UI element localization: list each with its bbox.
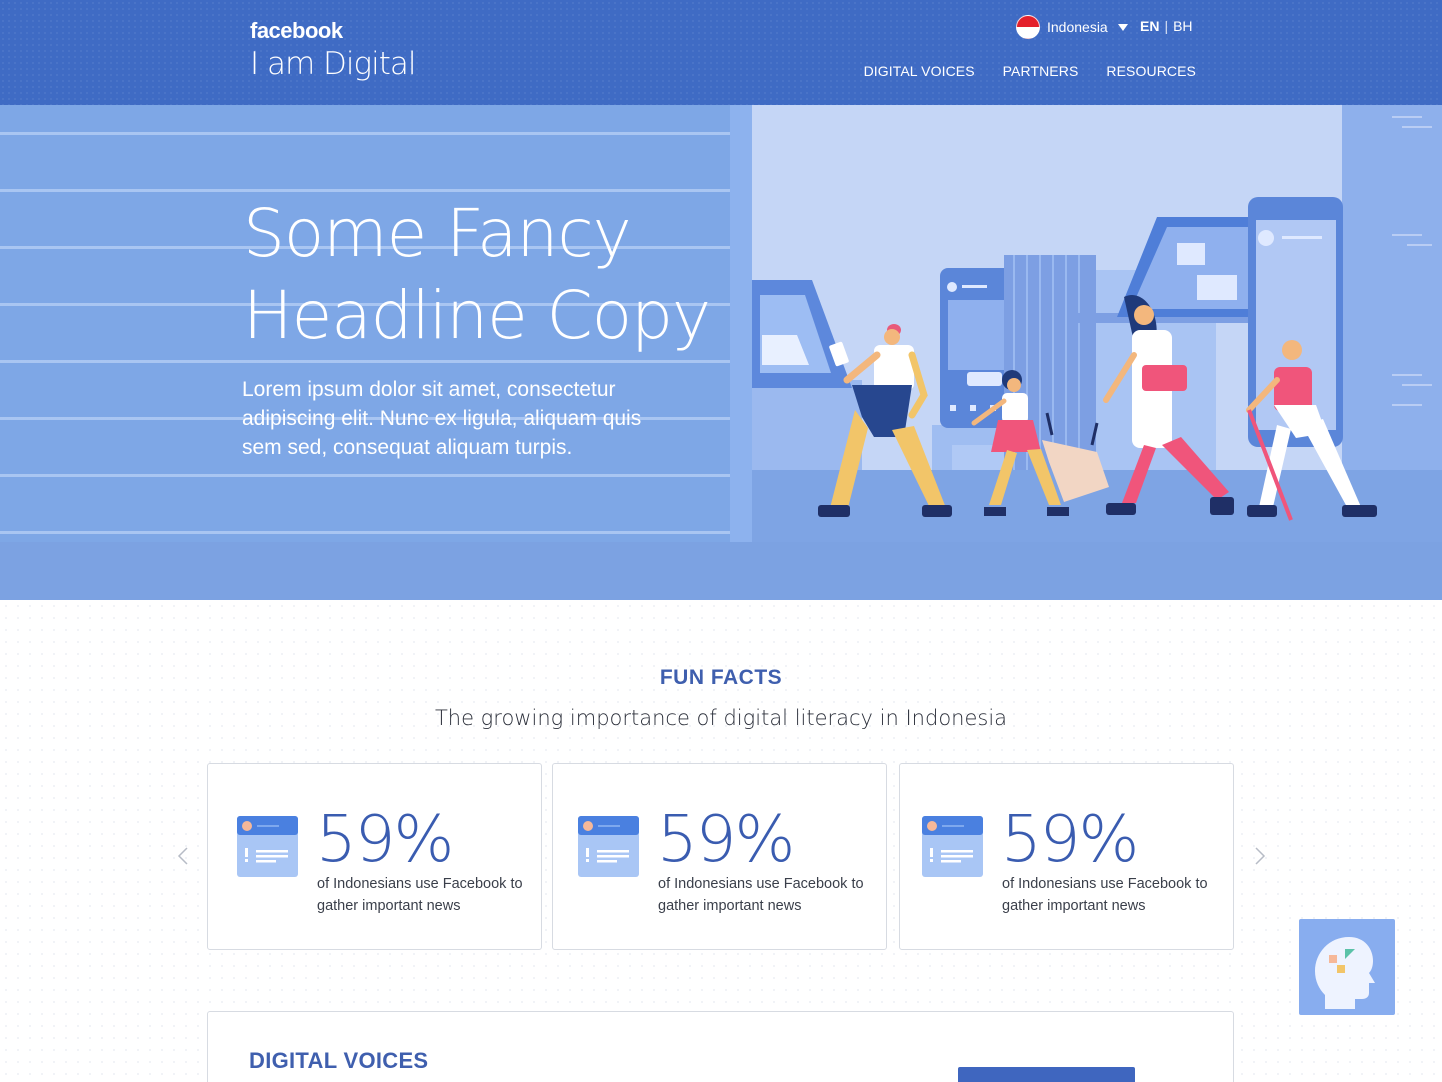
head-puzzle-icon xyxy=(1315,937,1375,1009)
fun-facts-heading: FUN FACTS xyxy=(659,666,783,689)
floating-help-widget[interactable] xyxy=(1299,919,1395,1015)
news-alert-icon xyxy=(578,816,639,877)
hero-headline: Some Fancy Headline Copy xyxy=(243,195,711,354)
news-alert-icon xyxy=(237,816,298,877)
indonesia-flag-icon xyxy=(1016,15,1040,39)
caret-down-icon xyxy=(1117,23,1128,31)
digital-voices-heading: DIGITAL VOICES xyxy=(249,1048,429,1073)
nav-partners[interactable]: PARTNERS xyxy=(1003,63,1079,79)
country-selector[interactable]: Indonesia xyxy=(1016,15,1128,39)
main-nav: DIGITAL VOICES PARTNERS RESOURCES xyxy=(864,63,1196,79)
facebook-wordmark: facebook xyxy=(250,18,343,43)
fun-facts-subtitle: The growing importance of digital litera… xyxy=(434,706,1008,730)
hero-subtext: Lorem ipsum dolor sit amet, consectetur … xyxy=(242,378,642,459)
fact-description: of Indonesians use Facebook to gather im… xyxy=(658,876,864,914)
country-label: Indonesia xyxy=(1047,19,1108,35)
fact-description: of Indonesians use Facebook to gather im… xyxy=(1002,876,1208,914)
hero-divider xyxy=(730,105,752,542)
news-alert-icon xyxy=(922,816,983,877)
hero-section: Some Fancy Headline Copy Lorem ipsum dol… xyxy=(0,105,1442,600)
fact-description: of Indonesians use Facebook to gather im… xyxy=(317,876,523,914)
language-switcher: EN | BH xyxy=(1140,18,1193,34)
hero-illustration xyxy=(752,105,1442,542)
brand-logo[interactable]: facebook I am Digital xyxy=(250,18,417,82)
site-header: facebook I am Digital Indonesia EN | BH … xyxy=(0,0,1442,105)
fact-card: 59% of Indonesians use Facebook to gathe… xyxy=(207,763,542,950)
site-title: I am Digital xyxy=(250,46,417,82)
fact-card: 59% of Indonesians use Facebook to gathe… xyxy=(899,763,1234,950)
fact-stat: 59% xyxy=(657,803,795,877)
digital-voices-button[interactable] xyxy=(958,1067,1135,1082)
chevron-left-icon[interactable] xyxy=(176,846,190,866)
nav-resources[interactable]: RESOURCES xyxy=(1106,63,1196,79)
lang-bh[interactable]: BH xyxy=(1173,18,1192,34)
nav-digital-voices[interactable]: DIGITAL VOICES xyxy=(864,63,975,79)
fact-stat: 59% xyxy=(1001,803,1139,877)
fact-card: 59% of Indonesians use Facebook to gathe… xyxy=(552,763,887,950)
lang-en[interactable]: EN xyxy=(1140,18,1159,34)
hero-base-band xyxy=(0,542,1442,600)
fact-stat: 59% xyxy=(316,803,454,877)
chevron-right-icon[interactable] xyxy=(1253,846,1267,866)
digital-voices-panel: DIGITAL VOICES xyxy=(207,1011,1234,1082)
lang-separator: | xyxy=(1164,18,1169,34)
